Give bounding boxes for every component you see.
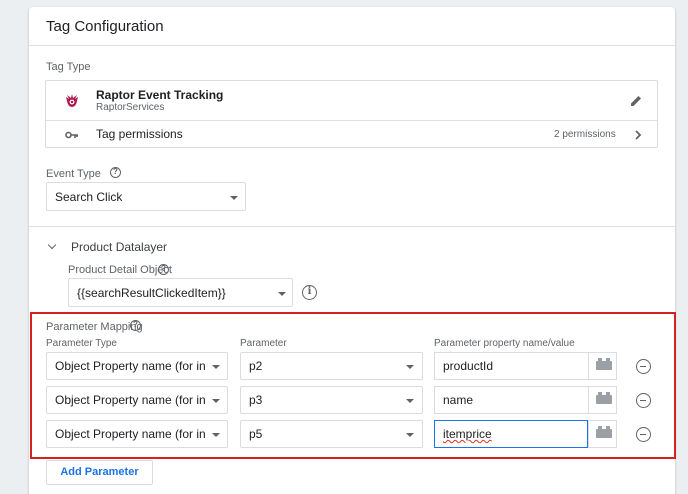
event-type-select[interactable]: Search Click bbox=[46, 182, 246, 211]
parameter-type-value: Object Property name (for instance bbox=[55, 359, 205, 373]
dropdown-caret-icon bbox=[278, 291, 286, 296]
tag-permissions-label: Tag permissions bbox=[96, 127, 183, 141]
parameter-select[interactable]: p5 bbox=[240, 420, 423, 448]
lego-block-icon bbox=[596, 392, 612, 404]
lego-block-icon bbox=[596, 426, 612, 438]
remove-row-icon[interactable] bbox=[636, 393, 651, 408]
parameter-value: p2 bbox=[249, 359, 263, 373]
product-detail-object-select[interactable]: {{searchResultClickedItem}} bbox=[68, 278, 293, 307]
lego-block-icon bbox=[596, 358, 612, 370]
dropdown-caret-icon bbox=[406, 399, 414, 403]
remove-row-icon[interactable] bbox=[636, 359, 651, 374]
parameter-type-select[interactable]: Object Property name (for instance bbox=[46, 352, 228, 380]
parameter-mapping-help-icon[interactable]: ? bbox=[130, 320, 141, 331]
dropdown-caret-icon bbox=[406, 365, 414, 369]
property-value-text: productId bbox=[443, 359, 494, 373]
dropdown-caret-icon bbox=[212, 399, 220, 403]
tag-type-vendor: RaptorServices bbox=[96, 102, 165, 113]
tag-type-label: Tag Type bbox=[46, 61, 91, 73]
dropdown-caret-icon bbox=[230, 195, 238, 200]
property-value-text: name bbox=[443, 393, 474, 407]
panel-title: Tag Configuration bbox=[46, 18, 164, 35]
product-detail-help-icon[interactable]: ? bbox=[158, 264, 169, 275]
chevron-down-icon[interactable] bbox=[47, 240, 57, 250]
permissions-count: 2 permissions bbox=[554, 129, 616, 140]
parameter-type-value: Object Property name (for instance bbox=[55, 393, 205, 407]
property-value-input[interactable]: itemprice bbox=[434, 420, 588, 448]
col-header-value: Parameter property name/value bbox=[434, 338, 575, 349]
parameter-value: p5 bbox=[249, 427, 263, 441]
chevron-right-icon bbox=[635, 130, 642, 140]
parameter-type-value: Object Property name (for instance bbox=[55, 427, 205, 441]
info-icon[interactable]: i bbox=[302, 285, 317, 300]
parameter-type-select[interactable]: Object Property name (for instance bbox=[46, 420, 228, 448]
tag-type-name: Raptor Event Tracking bbox=[96, 88, 224, 102]
variable-picker-button[interactable] bbox=[588, 386, 617, 414]
dropdown-caret-icon bbox=[212, 365, 220, 369]
parameter-select[interactable]: p3 bbox=[240, 386, 423, 414]
tag-type-selector[interactable]: Raptor Event Tracking RaptorServices bbox=[46, 81, 657, 120]
event-type-help-icon[interactable]: ? bbox=[110, 167, 121, 178]
parameter-select[interactable]: p2 bbox=[240, 352, 423, 380]
col-header-type: Parameter Type bbox=[46, 338, 117, 349]
raptor-logo-icon bbox=[66, 94, 78, 107]
variable-picker-button[interactable] bbox=[588, 420, 617, 448]
edit-pencil-icon[interactable] bbox=[629, 94, 643, 108]
product-detail-object-label: Product Detail Object bbox=[68, 264, 172, 276]
tag-type-box: Raptor Event Tracking RaptorServices Tag… bbox=[45, 80, 658, 148]
dropdown-caret-icon bbox=[212, 433, 220, 437]
parameter-type-select[interactable]: Object Property name (for instance bbox=[46, 386, 228, 414]
variable-picker-button[interactable] bbox=[588, 352, 617, 380]
add-parameter-button[interactable]: Add Parameter bbox=[46, 460, 153, 485]
property-value-input[interactable]: productId bbox=[434, 352, 588, 380]
product-detail-object-value: {{searchResultClickedItem}} bbox=[77, 285, 226, 300]
header-divider bbox=[29, 45, 675, 46]
key-icon bbox=[65, 131, 78, 139]
tag-permissions-row[interactable]: Tag permissions 2 permissions bbox=[46, 121, 657, 148]
event-type-value: Search Click bbox=[55, 189, 123, 204]
col-header-parameter: Parameter bbox=[240, 338, 287, 349]
dropdown-caret-icon bbox=[406, 433, 414, 437]
property-value-input[interactable]: name bbox=[434, 386, 588, 414]
parameter-mapping-label: Parameter Mapping bbox=[46, 321, 143, 333]
parameter-value: p3 bbox=[249, 393, 263, 407]
remove-row-icon[interactable] bbox=[636, 427, 651, 442]
event-type-label: Event Type bbox=[46, 168, 101, 180]
section-divider bbox=[29, 226, 675, 227]
property-value-text: itemprice bbox=[443, 427, 492, 441]
product-datalayer-heading[interactable]: Product Datalayer bbox=[71, 240, 167, 254]
